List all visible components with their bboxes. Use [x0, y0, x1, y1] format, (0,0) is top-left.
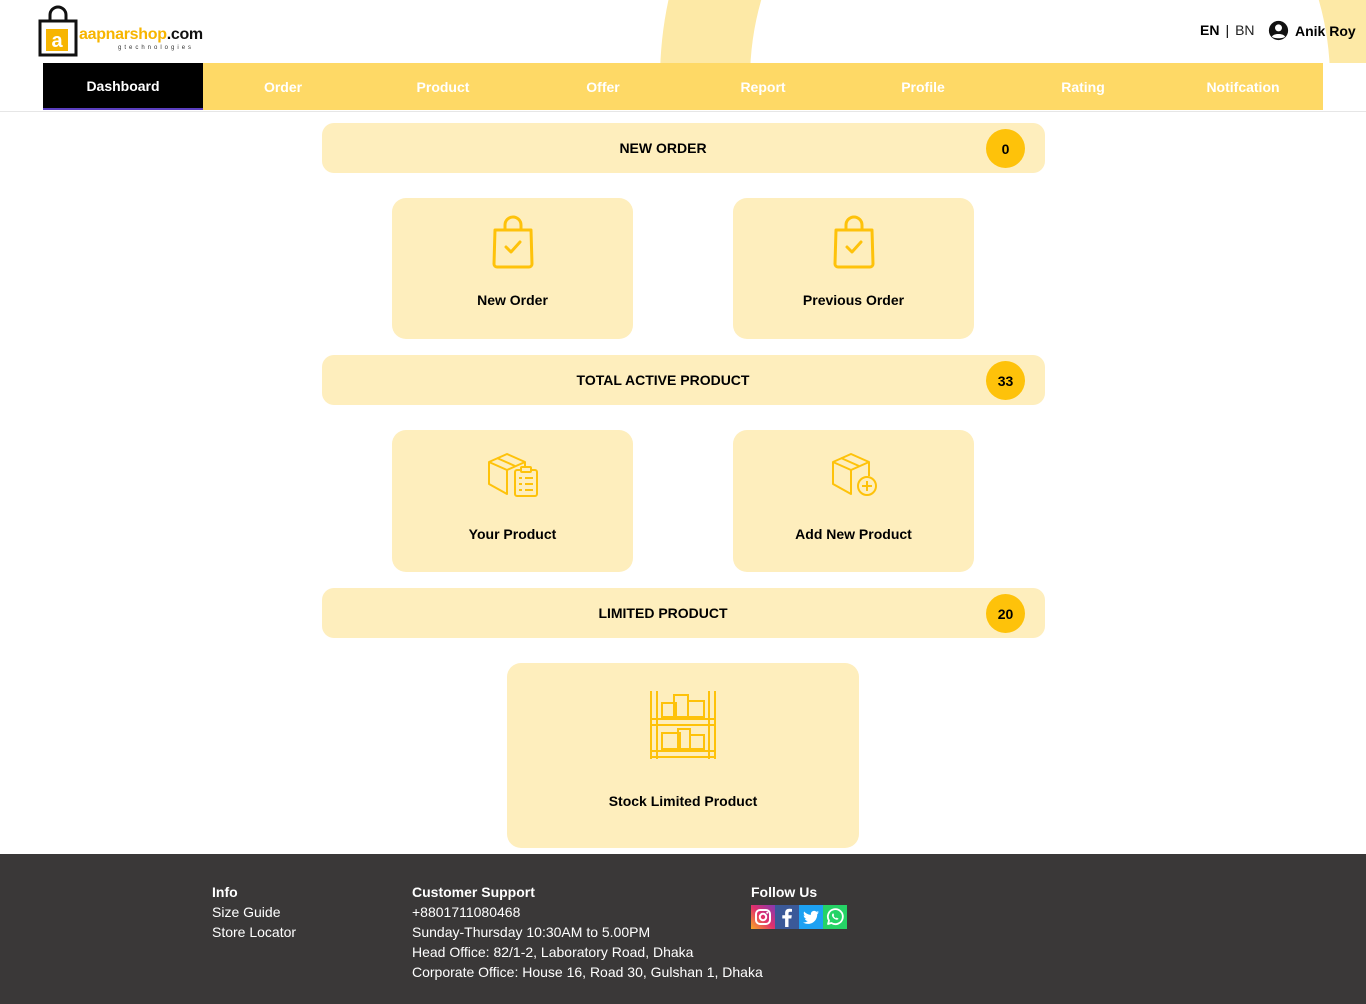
nav-dashboard[interactable]: Dashboard	[43, 63, 203, 110]
nav-order[interactable]: Order	[203, 63, 363, 110]
active-product-count-badge: 33	[986, 361, 1025, 400]
support-phone: +8801711080468	[412, 904, 521, 920]
nav-report[interactable]: Report	[683, 63, 843, 110]
twitter-icon[interactable]	[799, 905, 823, 929]
nav-rating[interactable]: Rating	[1003, 63, 1163, 110]
previous-order-card[interactable]: Previous Order	[733, 198, 974, 339]
nav-product[interactable]: Product	[363, 63, 523, 110]
warehouse-shelf-icon	[650, 691, 716, 759]
limited-product-count-badge: 20	[986, 594, 1025, 633]
shopping-bag-logo-icon: a	[38, 5, 78, 57]
footer-follow: Follow Us	[751, 882, 847, 929]
footer-info: Info Size Guide Store Locator	[212, 882, 296, 942]
new-order-count-badge: 0	[986, 129, 1025, 168]
brand-name: aapnarshop.com	[79, 26, 203, 43]
new-order-card-label: New Order	[477, 292, 548, 308]
add-new-product-card[interactable]: Add New Product	[733, 430, 974, 572]
new-order-bar: NEW ORDER 0	[322, 123, 1045, 173]
footer-support: Customer Support +8801711080468 Sunday-T…	[412, 882, 763, 982]
new-order-card[interactable]: New Order	[392, 198, 633, 339]
nav-profile[interactable]: Profile	[843, 63, 1003, 110]
header: a aapnarshop.com gtechnologies EN | BN A…	[0, 0, 1366, 112]
lang-en[interactable]: EN	[1200, 22, 1219, 38]
stock-limited-product-card[interactable]: Stock Limited Product	[507, 663, 859, 848]
user-name: Anik Roy	[1295, 22, 1356, 39]
active-product-title: TOTAL ACTIVE PRODUCT	[576, 372, 750, 388]
product-box-checklist-icon	[487, 453, 538, 497]
support-hours: Sunday-Thursday 10:30AM to 5.00PM	[412, 924, 651, 940]
shopping-bag-check-icon	[833, 215, 874, 269]
your-product-card-label: Your Product	[468, 526, 557, 542]
main-nav: Dashboard Order Product Offer Report Pro…	[43, 63, 1323, 110]
store-locator-link[interactable]: Store Locator	[212, 922, 296, 942]
lang-bn[interactable]: BN	[1235, 22, 1254, 38]
language-switcher: EN | BN	[1200, 22, 1255, 38]
head-office-address: Head Office: 82/1-2, Laboratory Road, Dh…	[412, 944, 694, 960]
logo[interactable]: a aapnarshop.com gtechnologies	[38, 5, 218, 57]
product-box-add-icon	[831, 453, 877, 496]
lang-separator: |	[1225, 22, 1230, 38]
nav-notification[interactable]: Notifcation	[1163, 63, 1323, 110]
footer-follow-title: Follow Us	[751, 884, 818, 900]
facebook-icon[interactable]	[775, 905, 799, 929]
shopping-bag-check-icon	[492, 215, 533, 269]
size-guide-link[interactable]: Size Guide	[212, 902, 296, 922]
stock-limited-product-card-label: Stock Limited Product	[608, 793, 758, 809]
user-menu[interactable]: Anik Roy	[1268, 20, 1356, 41]
your-product-card[interactable]: Your Product	[392, 430, 633, 572]
page: a aapnarshop.com gtechnologies EN | BN A…	[0, 0, 1366, 1004]
svg-text:a: a	[51, 30, 63, 52]
whatsapp-icon[interactable]	[823, 905, 847, 929]
footer: Info Size Guide Store Locator Customer S…	[0, 854, 1366, 1004]
account-circle-icon	[1268, 20, 1289, 41]
instagram-icon[interactable]	[751, 905, 775, 929]
social-links	[751, 905, 847, 929]
brand-tagline: gtechnologies	[118, 45, 195, 51]
corporate-office-address: Corporate Office: House 16, Road 30, Gul…	[412, 964, 763, 980]
new-order-title: NEW ORDER	[619, 140, 707, 156]
nav-offer[interactable]: Offer	[523, 63, 683, 110]
add-new-product-card-label: Add New Product	[795, 526, 912, 542]
footer-info-title: Info	[212, 884, 238, 900]
limited-product-title: LIMITED PRODUCT	[598, 605, 728, 621]
active-product-bar: TOTAL ACTIVE PRODUCT 33	[322, 355, 1045, 405]
previous-order-card-label: Previous Order	[802, 292, 905, 308]
footer-support-title: Customer Support	[412, 884, 535, 900]
limited-product-bar: LIMITED PRODUCT 20	[322, 588, 1045, 638]
